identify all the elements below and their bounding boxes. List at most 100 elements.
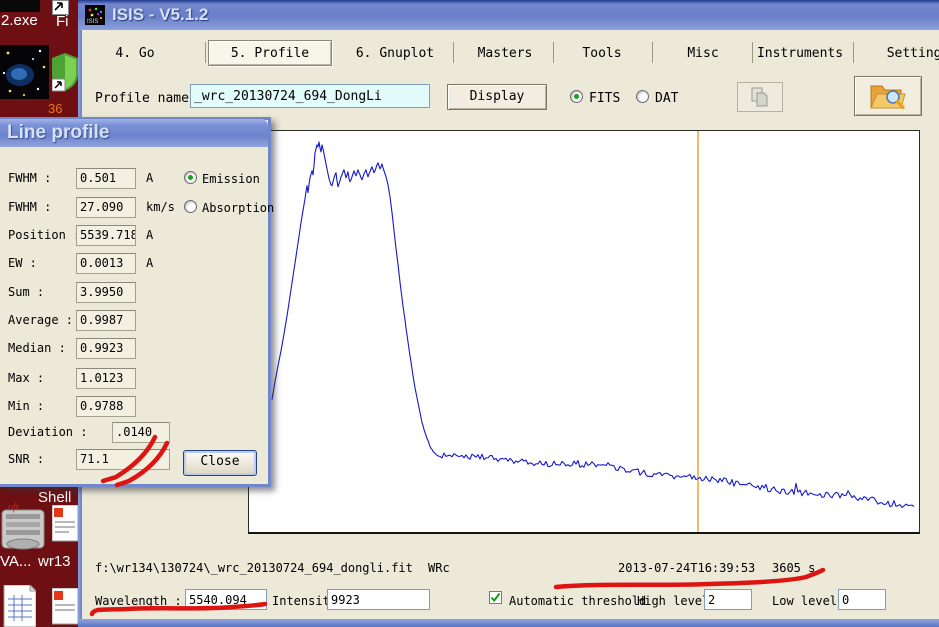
folder-search-icon <box>870 85 906 110</box>
dialog-row-average: Average : 0.9987 <box>0 310 271 332</box>
field-label: Average : <box>8 313 74 327</box>
absorption-radio[interactable] <box>184 200 197 213</box>
dialog-title: Line profile <box>7 122 110 143</box>
svg-text:ISIS: ISIS <box>87 19 98 25</box>
status-object: WRc <box>428 561 450 575</box>
tab-separator <box>453 42 454 63</box>
field-label: Position : <box>8 228 81 242</box>
field-label: Sum : <box>8 285 45 299</box>
deviation-field[interactable]: .0140 <box>112 422 170 443</box>
spectrum-plot[interactable] <box>248 130 920 534</box>
tab-instruments[interactable]: Instruments <box>757 46 843 61</box>
tab-go[interactable]: 4. Go <box>115 46 154 61</box>
position-field[interactable]: 5539.718 <box>76 225 136 246</box>
dialog-titlebar[interactable]: Line profile <box>0 119 268 147</box>
window-bottom-border <box>78 619 939 627</box>
snr-field[interactable]: 71.1 <box>76 449 170 470</box>
field-label: Max : <box>8 371 45 385</box>
average-field[interactable]: 0.9987 <box>76 310 136 331</box>
display-button[interactable]: Display <box>447 84 547 110</box>
dialog-row-min: Min : 0.9788 <box>0 396 271 418</box>
spreadsheet-icon[interactable] <box>0 583 38 627</box>
low-level-label: Low level <box>772 594 838 608</box>
tab-separator <box>752 42 753 63</box>
low-level-field[interactable] <box>838 589 886 610</box>
wavelength-field[interactable] <box>185 589 267 610</box>
fits-radio[interactable] <box>570 90 583 103</box>
field-unit: A <box>146 256 154 270</box>
copy-button[interactable] <box>737 82 783 112</box>
tab-tools[interactable]: Tools <box>582 46 621 61</box>
check-icon <box>490 592 501 603</box>
tab-settings[interactable]: Settings <box>887 46 939 61</box>
browse-files-button[interactable] <box>854 76 922 116</box>
desktop-label-exe[interactable]: 2.exe <box>1 12 38 29</box>
tab-profile[interactable]: 5. Profile <box>231 46 309 61</box>
high-level-label: High level <box>637 594 710 608</box>
desktop-label-36[interactable]: 36 <box>48 101 62 116</box>
dialog-row-ew: EW : 0.0013 A <box>0 253 271 275</box>
absorption-radio-label[interactable]: Absorption <box>202 201 274 215</box>
status-exposure: 3605 s <box>772 561 816 575</box>
line-profile-dialog: Line profile FWHM : 0.501 A FWHM : 27.09… <box>0 117 274 487</box>
field-unit: km/s <box>146 200 175 214</box>
dat-radio-label[interactable]: DAT <box>655 91 678 106</box>
dialog-row-sum: Sum : 3.9950 <box>0 282 271 304</box>
intensity-field[interactable] <box>327 589 430 610</box>
dialog-row-position: Position : 5539.718 A <box>0 225 271 247</box>
document-icon[interactable] <box>51 587 79 627</box>
emission-radio[interactable] <box>184 171 197 184</box>
screen: 2.exe Fi 36 Shell oft VA... wr13 ISIS IS… <box>0 0 939 627</box>
wavelength-label: Wavelength : <box>95 594 182 608</box>
tab-gnuplot[interactable]: 6. Gnuplot <box>356 46 434 61</box>
app-icon: ISIS <box>85 5 105 25</box>
field-label: EW : <box>8 256 37 270</box>
field-label: FWHM : <box>8 171 52 185</box>
field-label: Min : <box>8 399 45 413</box>
median-field[interactable]: 0.9923 <box>76 338 136 359</box>
fwhm-a-field[interactable]: 0.501 <box>76 168 136 189</box>
shield-antivirus-icon[interactable] <box>51 52 78 95</box>
tab-separator <box>853 42 854 63</box>
field-unit: A <box>146 171 154 185</box>
min-field[interactable]: 0.9788 <box>76 396 136 417</box>
window-title: ISIS - V5.1.2 <box>112 5 209 24</box>
automatic-threshold-label[interactable]: Automatic threshold <box>509 594 646 608</box>
window-titlebar[interactable]: ISIS ISIS - V5.1.2 <box>78 0 939 30</box>
taskbar-fragment <box>0 0 40 12</box>
desktop-label-va[interactable]: VA... <box>0 553 31 570</box>
status-file-path: f:\wr134\130724\_wrc_20130724_694_dongli… <box>95 561 413 575</box>
gray-machine-icon[interactable]: oft <box>0 502 46 555</box>
document-icon[interactable] <box>51 504 79 553</box>
desktop-label-wr13[interactable]: wr13 <box>38 553 71 570</box>
ew-field[interactable]: 0.0013 <box>76 253 136 274</box>
copy-pages-icon <box>751 87 768 107</box>
desktop-label-fi[interactable]: Fi <box>56 13 69 30</box>
tab-masters[interactable]: Masters <box>478 46 533 61</box>
profile-name-label: Profile name <box>95 91 189 106</box>
sum-field[interactable]: 3.9950 <box>76 282 136 303</box>
max-field[interactable]: 1.0123 <box>76 368 136 389</box>
automatic-threshold-checkbox[interactable] <box>489 591 502 604</box>
spectrum-line <box>271 141 915 508</box>
emission-radio-label[interactable]: Emission <box>202 172 260 186</box>
svg-text:oft: oft <box>8 502 19 513</box>
field-label: Median : <box>8 341 66 355</box>
field-unit: A <box>146 228 154 242</box>
profile-name-input[interactable] <box>190 84 430 108</box>
dat-radio[interactable] <box>636 90 649 103</box>
fwhm-kms-field[interactable]: 27.090 <box>76 197 136 218</box>
high-level-field[interactable] <box>704 589 752 610</box>
field-label: FWHM : <box>8 200 52 214</box>
tab-separator <box>553 42 554 63</box>
galaxy-image-icon[interactable] <box>0 45 49 102</box>
fits-radio-label[interactable]: FITS <box>589 91 620 106</box>
close-button[interactable]: Close <box>183 450 257 476</box>
tab-misc[interactable]: Misc <box>687 46 718 61</box>
dialog-row-median: Median : 0.9923 <box>0 338 271 360</box>
tab-separator <box>652 42 653 63</box>
field-label: SNR : <box>8 452 45 466</box>
dialog-row-max: Max : 1.0123 <box>0 368 271 390</box>
dialog-row-deviation: Deviation : .0140 <box>0 422 271 444</box>
status-datetime: 2013-07-24T16:39:53 <box>618 561 756 575</box>
